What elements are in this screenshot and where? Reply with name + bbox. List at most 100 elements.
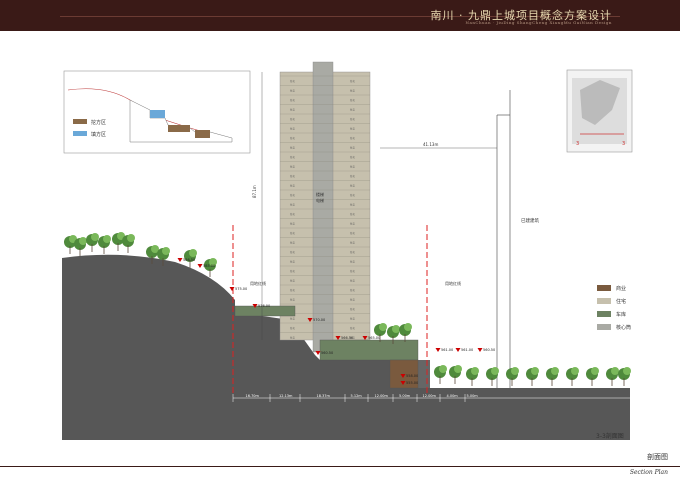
svg-text:住宅: 住宅 <box>290 193 296 197</box>
legend-cut-label: 挖方区 <box>91 119 106 126</box>
legend-swatch <box>597 285 611 291</box>
key-plan-inset: 3 3 <box>566 69 633 153</box>
svg-text:住宅: 住宅 <box>290 241 296 245</box>
footer-subtitle: Section Plan <box>629 469 668 476</box>
legend-swatch <box>597 298 611 304</box>
svg-text:住宅: 住宅 <box>290 108 296 112</box>
svg-text:住宅: 住宅 <box>350 269 356 273</box>
tree <box>586 367 599 386</box>
tree <box>449 365 462 384</box>
svg-text:住宅: 住宅 <box>290 146 296 150</box>
svg-text:住宅: 住宅 <box>350 146 356 150</box>
tree <box>466 367 479 386</box>
svg-text:住宅: 住宅 <box>290 117 296 121</box>
elevation-label: 560.50 <box>321 351 333 355</box>
tree <box>506 367 519 386</box>
svg-text:住宅: 住宅 <box>350 231 356 235</box>
elevation-label: 566.50 <box>341 336 353 340</box>
elevation-label: 575.00 <box>235 287 247 291</box>
footer-line <box>0 466 680 467</box>
svg-text:住宅: 住宅 <box>350 174 356 178</box>
dimension-label: 12.00m <box>375 394 389 398</box>
dimension-label: 12.00m <box>423 394 437 398</box>
svg-text:住宅: 住宅 <box>290 250 296 254</box>
svg-text:住宅: 住宅 <box>350 79 356 83</box>
svg-text:住宅: 住宅 <box>350 155 356 159</box>
svg-text:住宅: 住宅 <box>350 317 356 321</box>
footer-title: 剖面图 <box>647 453 668 461</box>
svg-text:住宅: 住宅 <box>290 203 296 207</box>
legend-label: 核心筒 <box>616 324 631 331</box>
dimension-label: 16.70m <box>246 394 260 398</box>
dimension-label: 5.00m <box>467 394 479 398</box>
inset-cut-fill-diagram: 挖方区 填方区 <box>63 70 251 154</box>
elevation-label: 585.00 <box>203 264 215 268</box>
elevation-label: 555.00 <box>406 381 418 385</box>
svg-text:住宅: 住宅 <box>290 165 296 169</box>
tree <box>122 234 135 253</box>
legend-fill-label: 填方区 <box>91 131 106 138</box>
tree <box>399 323 412 342</box>
elevation-label: 561.00 <box>461 348 473 352</box>
elevation-label: 558.00 <box>406 374 418 378</box>
legend-label: 车库 <box>616 311 626 318</box>
svg-text:住宅: 住宅 <box>350 288 356 292</box>
svg-text:住宅: 住宅 <box>350 250 356 254</box>
svg-text:住宅: 住宅 <box>350 127 356 131</box>
svg-text:住宅: 住宅 <box>350 222 356 226</box>
svg-text:住宅: 住宅 <box>350 117 356 121</box>
redline-left-label: 用地红线 <box>250 280 266 286</box>
svg-text:住宅: 住宅 <box>350 203 356 207</box>
svg-text:住宅: 住宅 <box>290 79 296 83</box>
elevation-label: 576.00 <box>258 304 270 308</box>
tree <box>606 367 619 386</box>
core-label-2: 电梯 <box>316 197 324 203</box>
height-label: 87.1m <box>252 185 257 198</box>
section-caption: 3-3剖面图 <box>596 433 624 440</box>
svg-text:住宅: 住宅 <box>350 298 356 302</box>
section-drawing: 挖方区 填方区 3 3 住宅 住宅住宅 住宅住宅 住宅住宅 住宅住宅 住宅住宅 住宅住宅 住宅… <box>62 61 633 440</box>
elevation-label: 565.00 <box>368 336 380 340</box>
elevation-label: 586.50 <box>183 258 195 262</box>
svg-text:住宅: 住宅 <box>350 212 356 216</box>
redline-right-label: 用地红线 <box>445 280 461 286</box>
legend: 商业住宅车库核心筒 <box>597 285 631 331</box>
svg-text:3: 3 <box>576 141 579 147</box>
dimension-label: 4.00m <box>447 394 459 398</box>
svg-text:住宅: 住宅 <box>290 98 296 102</box>
tree <box>566 367 579 386</box>
svg-text:住宅: 住宅 <box>290 89 296 93</box>
dimension-label: 5.00m <box>399 394 411 398</box>
svg-text:住宅: 住宅 <box>350 136 356 140</box>
svg-text:住宅: 住宅 <box>350 279 356 283</box>
svg-text:住宅: 住宅 <box>290 136 296 140</box>
svg-text:住宅: 住宅 <box>290 212 296 216</box>
elevation-label: 570.00 <box>313 318 325 322</box>
tree <box>98 235 111 254</box>
svg-text:住宅: 住宅 <box>290 127 296 131</box>
elevation-label: 561.00 <box>441 348 453 352</box>
legend-swatch <box>597 311 611 317</box>
svg-text:住宅: 住宅 <box>290 326 296 330</box>
svg-text:住宅: 住宅 <box>290 184 296 188</box>
legend-label: 住宅 <box>616 298 626 305</box>
tree <box>618 367 631 386</box>
svg-text:住宅: 住宅 <box>290 317 296 321</box>
svg-text:住宅: 住宅 <box>290 222 296 226</box>
svg-text:住宅: 住宅 <box>350 260 356 264</box>
svg-text:住宅: 住宅 <box>350 241 356 245</box>
core-label-1: 楼梯 <box>316 191 324 197</box>
svg-text:住宅: 住宅 <box>290 288 296 292</box>
svg-text:3: 3 <box>622 141 625 147</box>
svg-text:住宅: 住宅 <box>350 326 356 330</box>
svg-text:住宅: 住宅 <box>290 269 296 273</box>
existing-building-label: 已建建筑 <box>521 217 539 224</box>
svg-text:住宅: 住宅 <box>350 184 356 188</box>
svg-text:住宅: 住宅 <box>350 193 356 197</box>
svg-text:住宅: 住宅 <box>290 260 296 264</box>
svg-text:住宅: 住宅 <box>290 155 296 159</box>
svg-text:住宅: 住宅 <box>350 89 356 93</box>
dimension-label: 5.12m <box>351 394 363 398</box>
tree <box>526 367 539 386</box>
dimension-label: 12.13m <box>279 394 293 398</box>
